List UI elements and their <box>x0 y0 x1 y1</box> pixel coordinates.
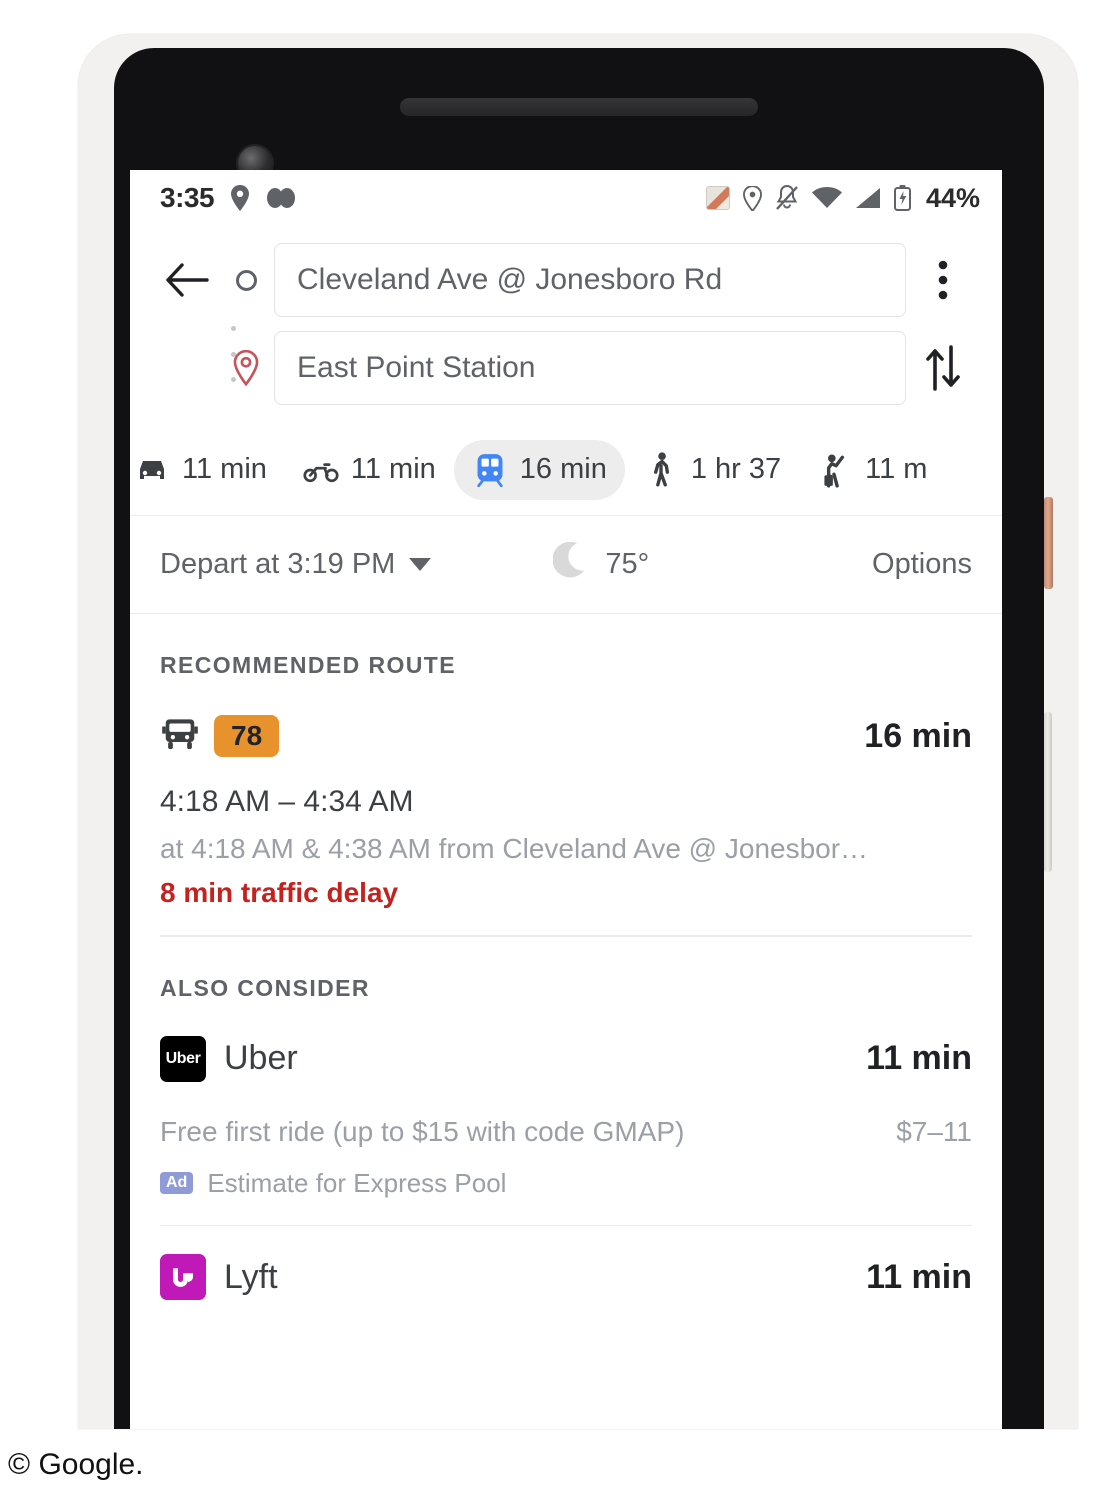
recommended-route-row[interactable]: 78 16 min <box>160 701 972 763</box>
rideshare-time: 11 min <box>866 1039 972 1078</box>
travel-mode-tab-motorcycle[interactable]: 11 min <box>285 440 454 500</box>
cell-signal-icon <box>855 187 881 209</box>
transit-icon <box>472 452 508 488</box>
battery-icon <box>893 185 911 211</box>
wifi-icon <box>811 187 842 209</box>
bell-muted-icon <box>775 185 799 211</box>
recommended-route-section: RECOMMENDED ROUTE 78 16 min 4:18 AM – 4:… <box>130 614 1002 937</box>
phone-screen: 3:35 44% Cleveland Ave @ Jonesboro Rd Ea… <box>130 170 1002 1429</box>
page-root: 3:35 44% Cleveland Ave @ Jonesboro Rd Ea… <box>0 0 1110 1510</box>
battery-percent: 44% <box>925 182 980 213</box>
ad-badge: Ad <box>160 1172 194 1195</box>
location-pin-icon <box>742 185 762 211</box>
uber-promo-row: Free first ride (up to $15 with code GMA… <box>160 1090 972 1148</box>
temperature-label: 75° <box>605 548 650 580</box>
rideshare-time: 11 min <box>866 1257 972 1296</box>
travel-mode-label: 1 hr 37 <box>690 453 782 485</box>
vpn-key-icon <box>266 187 296 209</box>
more-vertical-icon[interactable] <box>906 260 980 300</box>
travel-mode-tab-walk[interactable]: 1 hr 37 <box>625 440 799 500</box>
route-connector-dots <box>230 326 236 382</box>
depart-options-bar: Depart at 3:19 PM 75° Options <box>130 516 1002 614</box>
recommended-route-delay: 8 min traffic delay <box>160 877 399 909</box>
recommended-route-times: 4:18 AM – 4:34 AM <box>160 785 414 819</box>
transit-line-badge: 78 <box>214 715 280 758</box>
travel-mode-label: 11 m <box>865 453 928 485</box>
depart-time-selector[interactable]: Depart at 3:19 PM <box>160 548 432 581</box>
origin-circle-icon <box>218 269 274 291</box>
image-caption: © Google. <box>8 1448 144 1481</box>
chevron-down-icon <box>409 558 432 571</box>
destination-input[interactable]: East Point Station <box>274 331 906 405</box>
also-consider-section: ALSO CONSIDER Uber Uber 11 min Free firs… <box>130 937 1002 1309</box>
uber-ad-text: Estimate for Express Pool <box>207 1167 507 1198</box>
travel-mode-label: 11 min <box>182 453 267 485</box>
back-arrow-icon[interactable] <box>156 263 218 297</box>
location-pin-icon <box>230 185 250 211</box>
walk-icon <box>643 451 679 488</box>
uber-promo-text: Free first ride (up to $15 with code GMA… <box>160 1115 685 1147</box>
rideshare-name: Uber <box>224 1039 298 1078</box>
route-header: Cleveland Ave @ Jonesboro Rd East Point … <box>130 226 1002 424</box>
destination-pin-icon <box>218 350 274 386</box>
also-consider-title: ALSO CONSIDER <box>160 974 370 1001</box>
weather-indicator: 75° <box>552 541 650 588</box>
travel-mode-tab-car[interactable]: 11 min <box>130 440 285 500</box>
status-bar-right: 44% <box>705 182 980 214</box>
rideshare-icon <box>817 452 853 488</box>
travel-mode-tabs: 11 min 11 min 16 min 1 hr 37 11 m <box>130 424 1002 516</box>
status-bar-left: 3:35 <box>160 182 296 214</box>
volume-button[interactable] <box>1044 712 1052 872</box>
rideshare-name: Lyft <box>224 1257 278 1296</box>
recommended-route-duration: 16 min <box>864 716 972 755</box>
travel-mode-label: 11 min <box>350 453 436 485</box>
rideshare-option-uber[interactable]: Uber Uber 11 min <box>160 1024 972 1090</box>
depart-time-label: Depart at 3:19 PM <box>160 548 396 580</box>
uber-logo-icon: Uber <box>160 1035 206 1082</box>
app-notification-icon <box>705 186 730 210</box>
destination-row: East Point Station <box>130 324 1002 412</box>
uber-price-range: $7–11 <box>896 1115 972 1147</box>
origin-row: Cleveland Ave @ Jonesboro Rd <box>130 236 1002 324</box>
swap-vertical-icon[interactable] <box>906 345 980 391</box>
status-time: 3:35 <box>160 182 215 213</box>
earpiece-speaker <box>400 98 758 116</box>
travel-mode-label: 16 min <box>519 453 607 485</box>
rideshare-option-lyft[interactable]: Lyft 11 min <box>160 1226 972 1308</box>
car-icon <box>134 452 170 488</box>
uber-ad-row: Ad Estimate for Express Pool <box>160 1148 972 1199</box>
bus-icon <box>160 716 200 756</box>
motorcycle-icon <box>303 452 339 488</box>
options-button[interactable]: Options <box>872 548 972 581</box>
origin-input[interactable]: Cleveland Ave @ Jonesboro Rd <box>274 243 906 317</box>
moon-icon <box>552 541 587 588</box>
recommended-route-title: RECOMMENDED ROUTE <box>160 652 456 678</box>
travel-mode-tab-transit[interactable]: 16 min <box>453 439 625 500</box>
status-bar: 3:35 44% <box>130 170 1002 226</box>
uber-logo-text: Uber <box>165 1049 201 1067</box>
recommended-route-departures: at 4:18 AM & 4:38 AM from Cleveland Ave … <box>160 833 869 865</box>
power-button[interactable] <box>1044 497 1053 589</box>
lyft-logo-icon <box>160 1254 206 1301</box>
travel-mode-tab-rideshare[interactable]: 11 m <box>799 440 945 500</box>
